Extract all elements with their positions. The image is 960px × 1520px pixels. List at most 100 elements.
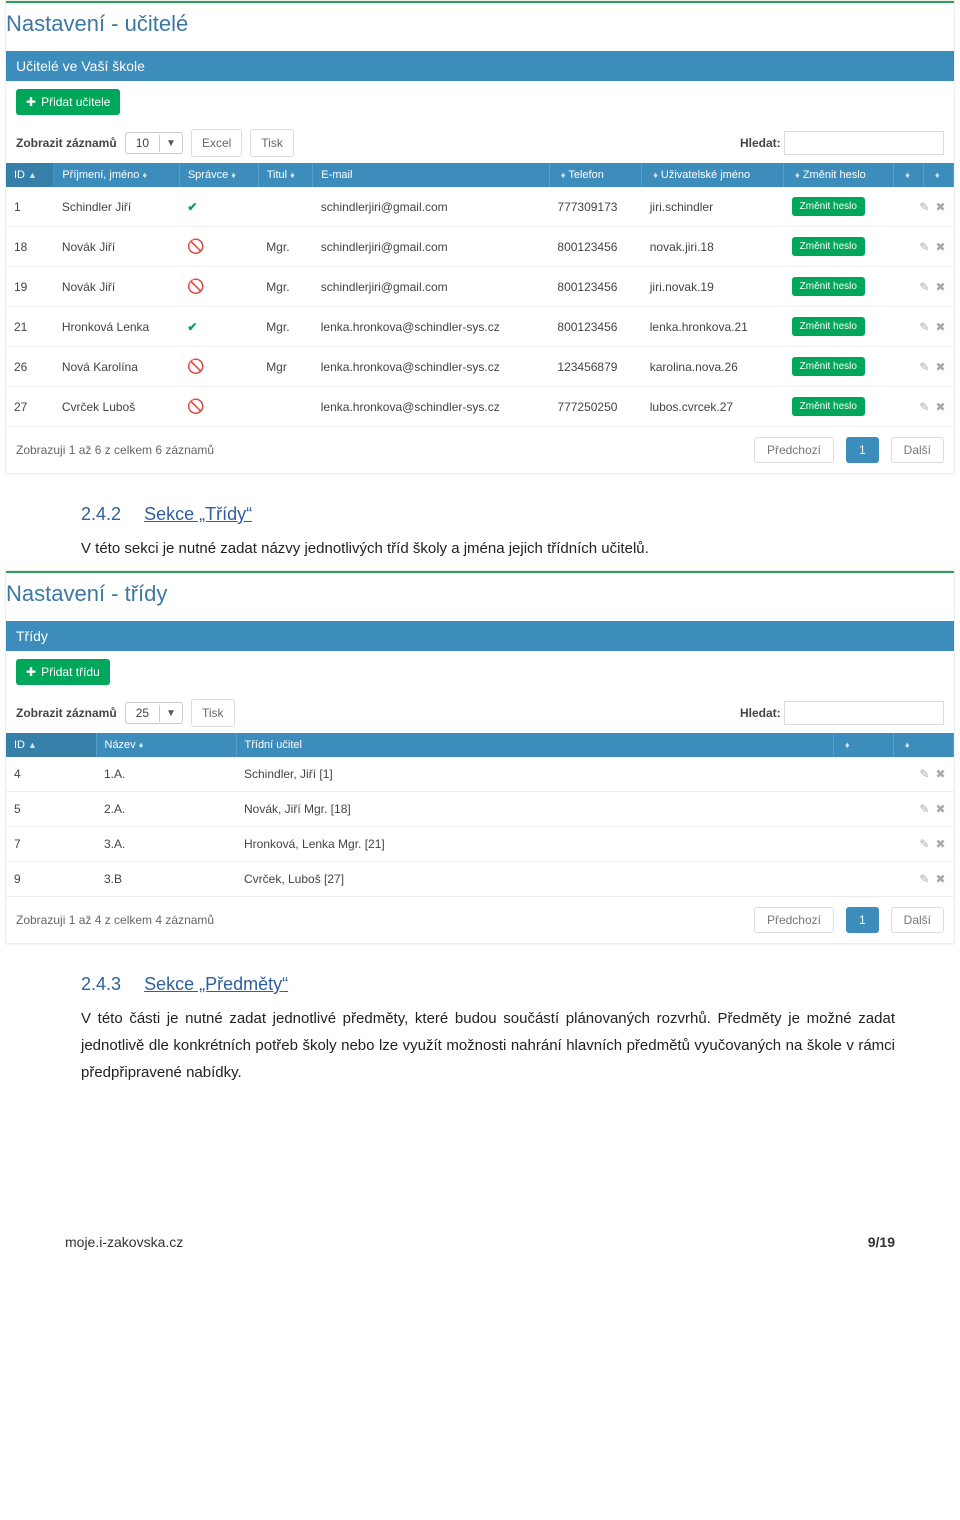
edit-icon[interactable]: ✎ [919,200,929,214]
add-teacher-button[interactable]: ✚ Přidat učitele [16,89,120,115]
cell-email: lenka.hronkova@schindler-sys.cz [313,307,550,347]
cell-name: Nová Karolína [54,347,180,387]
cell-name: Hronková Lenka [54,307,180,347]
section-text: V této části je nutné zadat jednotlivé p… [81,1005,895,1086]
table-row: 73.A.Hronková, Lenka Mgr. [21]✎✖ [6,827,954,862]
search-input[interactable] [784,701,944,725]
classes-page-title: Nastavení - třídy [6,573,954,621]
col-email[interactable]: E-mail [313,163,550,187]
cell-title: Mgr. [258,267,313,307]
add-teacher-label: Přidat učitele [41,95,110,109]
cell-admin: 🚫 [179,227,258,267]
doc-section-242: 2.4.2 Sekce „Třídy“ V této sekci je nutn… [5,482,955,570]
page-number-button[interactable]: 1 [846,907,879,933]
edit-icon[interactable]: ✎ [919,240,929,254]
col-teacher[interactable]: Třídní učitel [236,733,834,757]
edit-icon[interactable]: ✎ [919,872,929,886]
change-password-button[interactable]: Změnit heslo [792,197,865,216]
cell-id: 1 [6,187,54,227]
sort-icon: ▲ [28,170,37,180]
edit-icon[interactable]: ✎ [919,802,929,816]
teachers-table: ID▲ Příjmení, jméno♦ Správce♦ Titul♦ E-m… [6,163,954,427]
records-summary: Zobrazuji 1 až 6 z celkem 6 záznamů [16,443,214,457]
col-user[interactable]: ♦ Uživatelské jméno [642,163,784,187]
forbidden-icon: 🚫 [187,398,204,414]
footer-page: 9/19 [868,1234,895,1250]
sort-icon: ♦ [845,740,850,750]
add-class-button[interactable]: ✚ Přidat třídu [16,659,110,685]
table-row: 1Schindler Jiří✔schindlerjiri@gmail.com7… [6,187,954,227]
edit-icon[interactable]: ✎ [919,767,929,781]
change-password-button[interactable]: Změnit heslo [792,317,865,336]
table-row: 26Nová Karolína🚫Mgrlenka.hronkova@schind… [6,347,954,387]
delete-icon[interactable]: ✖ [935,872,945,886]
search-input[interactable] [784,131,944,155]
change-password-button[interactable]: Změnit heslo [792,357,865,376]
col-name[interactable]: Příjmení, jméno♦ [54,163,180,187]
change-password-button[interactable]: Změnit heslo [792,397,865,416]
change-password-button[interactable]: Změnit heslo [792,277,865,296]
sort-icon: ♦ [290,170,295,180]
cell-admin: ✔ [179,187,258,227]
cell-id: 5 [6,792,96,827]
table-row: 27Cvrček Luboš🚫lenka.hronkova@schindler-… [6,387,954,427]
classes-table: ID▲ Název♦ Třídní učitel ♦ ♦ 41.A.Schind… [6,733,954,897]
plus-icon: ✚ [26,665,36,679]
change-password-button[interactable]: Změnit heslo [792,237,865,256]
edit-icon[interactable]: ✎ [919,360,929,374]
export-excel-button[interactable]: Excel [191,129,242,157]
col-admin[interactable]: Správce♦ [179,163,258,187]
show-records-label: Zobrazit záznamů [16,136,117,150]
sort-icon: ♦ [231,170,236,180]
cell-name: 3.A. [96,827,236,862]
print-button[interactable]: Tisk [191,699,235,727]
classes-panel-heading: Třídy [6,621,954,651]
col-title[interactable]: Titul♦ [258,163,313,187]
edit-icon[interactable]: ✎ [919,320,929,334]
prev-page-button[interactable]: Předchozí [754,907,834,933]
delete-icon[interactable]: ✖ [935,802,945,816]
forbidden-icon: 🚫 [187,358,204,374]
sort-icon: ♦ [653,170,658,180]
delete-icon[interactable]: ✖ [935,400,945,414]
delete-icon[interactable]: ✖ [935,767,945,781]
col-id[interactable]: ID▲ [6,733,96,757]
delete-icon[interactable]: ✖ [935,280,945,294]
cell-email: schindlerjiri@gmail.com [313,187,550,227]
records-per-page-value: 10 [126,133,159,153]
cell-id: 19 [6,267,54,307]
cell-email: schindlerjiri@gmail.com [313,267,550,307]
prev-page-button[interactable]: Předchozí [754,437,834,463]
cell-name: Schindler Jiří [54,187,180,227]
page-number-button[interactable]: 1 [846,437,879,463]
col-pwd[interactable]: ♦ Změnit heslo [784,163,894,187]
next-page-button[interactable]: Další [891,437,944,463]
col-phone[interactable]: ♦ Telefon [549,163,641,187]
table-row: 52.A.Novák, Jiří Mgr. [18]✎✖ [6,792,954,827]
delete-icon[interactable]: ✖ [935,360,945,374]
records-per-page-select[interactable]: 10 ▼ [125,132,183,154]
cell-phone: 800123456 [549,267,641,307]
cell-name: Cvrček Luboš [54,387,180,427]
cell-user: novak.jiri.18 [642,227,784,267]
delete-icon[interactable]: ✖ [935,837,945,851]
cell-user: karolina.nova.26 [642,347,784,387]
section-number: 2.4.3 [81,974,121,994]
print-button[interactable]: Tisk [250,129,294,157]
edit-icon[interactable]: ✎ [919,837,929,851]
col-id[interactable]: ID▲ [6,163,54,187]
edit-icon[interactable]: ✎ [919,280,929,294]
sort-icon: ▲ [28,740,37,750]
delete-icon[interactable]: ✖ [935,240,945,254]
next-page-button[interactable]: Další [891,907,944,933]
records-per-page-select[interactable]: 25 ▼ [125,702,183,724]
cell-id: 21 [6,307,54,347]
edit-icon[interactable]: ✎ [919,400,929,414]
checkmark-icon: ✔ [187,320,197,334]
delete-icon[interactable]: ✖ [935,200,945,214]
forbidden-icon: 🚫 [187,278,204,294]
delete-icon[interactable]: ✖ [935,320,945,334]
col-name[interactable]: Název♦ [96,733,236,757]
cell-name: 2.A. [96,792,236,827]
search-label: Hledat: [740,136,781,150]
